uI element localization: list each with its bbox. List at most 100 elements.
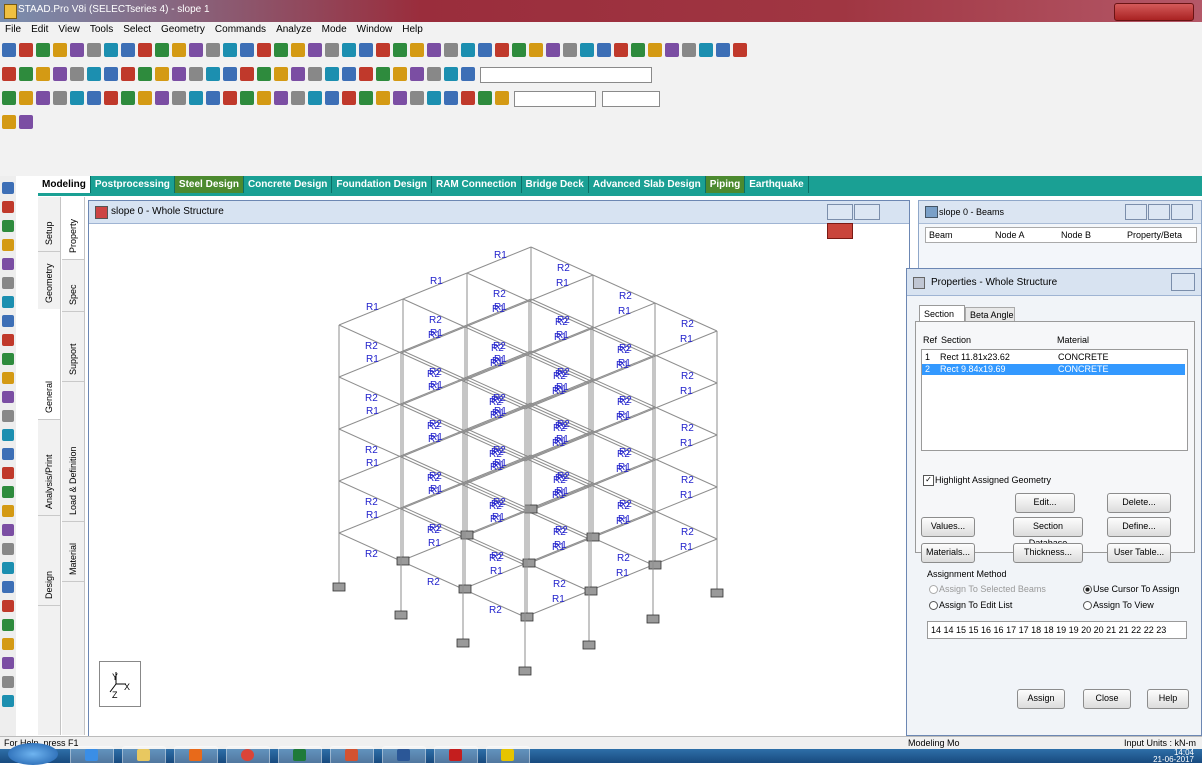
minimize-icon[interactable] (827, 204, 853, 220)
tool-icon[interactable] (2, 600, 14, 612)
beams-window-buttons[interactable] (1125, 204, 1195, 220)
toolbar-icon[interactable] (733, 43, 747, 57)
ribbon-tab-modeling[interactable]: Modeling (38, 176, 91, 193)
tool-icon[interactable] (2, 448, 14, 460)
taskbar-excel[interactable] (278, 746, 322, 765)
toolbar-icon[interactable] (87, 43, 101, 57)
restore-icon[interactable] (1148, 204, 1170, 220)
toolbar-icon[interactable] (104, 91, 118, 105)
menu-view[interactable]: View (53, 22, 85, 35)
taskbar-acrobat[interactable] (434, 746, 478, 765)
toolbar-icon[interactable] (444, 43, 458, 57)
toolbar-icon[interactable] (410, 91, 424, 105)
tool-icon[interactable] (2, 182, 14, 194)
minimize-icon[interactable] (1125, 204, 1147, 220)
menu-window[interactable]: Window (352, 22, 398, 35)
toolbar-icon[interactable] (495, 43, 509, 57)
taskbar-explorer[interactable] (122, 746, 166, 765)
structure-window[interactable]: slope 0 - Whole Structure R1 R1 R1 R1 R1 R1 R1… (88, 200, 910, 737)
toolbar-icon[interactable] (308, 43, 322, 57)
toolbar-icon[interactable] (155, 67, 169, 81)
section-row[interactable]: 1 Rect 11.81x23.62 CONCRETE (922, 352, 1185, 363)
toolbar-icon[interactable] (104, 67, 118, 81)
tool-icon[interactable] (2, 239, 14, 251)
close-button[interactable]: Close (1083, 689, 1131, 709)
properties-close-button[interactable] (1171, 273, 1195, 291)
toolbar-icon[interactable] (597, 43, 611, 57)
toolbar-icon[interactable] (325, 91, 339, 105)
toolbar-icon[interactable] (478, 43, 492, 57)
ribbon-tab-piping[interactable]: Piping (705, 176, 746, 193)
section-database-button[interactable]: Section Database (1013, 517, 1083, 548)
taskbar-ie[interactable] (70, 746, 114, 765)
toolbar-icon[interactable] (478, 91, 492, 105)
toolbar-icon[interactable] (291, 43, 305, 57)
tool-icon[interactable] (2, 353, 14, 365)
toolbar-icon[interactable] (393, 43, 407, 57)
support-icon[interactable] (710, 588, 724, 598)
ribbon-tab-ram-connection[interactable]: RAM Connection (432, 176, 522, 193)
toolbar-icon[interactable] (257, 43, 271, 57)
toolbar-icon[interactable] (36, 67, 50, 81)
tool-icon[interactable] (2, 410, 14, 422)
highlight-checkbox[interactable]: ✓ (923, 475, 934, 486)
toolbar-icon[interactable] (138, 91, 152, 105)
support-icon[interactable] (648, 560, 662, 570)
toolbar-icon[interactable] (512, 43, 526, 57)
toolbar-icon[interactable] (495, 91, 509, 105)
tool-icon[interactable] (2, 638, 14, 650)
support-icon[interactable] (582, 640, 596, 650)
toolbar-icon[interactable] (427, 43, 441, 57)
toolbar-icon[interactable] (36, 43, 50, 57)
toolbar-icon[interactable] (155, 43, 169, 57)
ribbon-tab-earthquake[interactable]: Earthquake (745, 176, 809, 193)
toolbar-icon[interactable] (614, 43, 628, 57)
toolbar-icon[interactable] (444, 67, 458, 81)
toolbar-icon[interactable] (308, 67, 322, 81)
close-icon[interactable] (1171, 204, 1193, 220)
toolbar-icon[interactable] (172, 43, 186, 57)
menu-select[interactable]: Select (118, 22, 156, 35)
tool-icon[interactable] (2, 619, 14, 631)
menu-edit[interactable]: Edit (26, 22, 53, 35)
structure-window-buttons[interactable] (827, 204, 903, 239)
toolbar-icon[interactable] (257, 67, 271, 81)
toolbar-icon[interactable] (138, 43, 152, 57)
side-tab-general[interactable]: General (38, 309, 60, 420)
menu-geometry[interactable]: Geometry (156, 22, 210, 35)
section-row[interactable]: 2 Rect 9.84x19.69 CONCRETE (922, 364, 1185, 375)
taskbar-powerpoint[interactable] (330, 746, 374, 765)
toolbar-icon[interactable] (223, 43, 237, 57)
toolbar-icon[interactable] (342, 43, 356, 57)
radio-assign-edit-list[interactable] (929, 601, 938, 610)
support-icon[interactable] (396, 556, 410, 566)
menu-help[interactable]: Help (397, 22, 428, 35)
tool-icon[interactable] (2, 695, 14, 707)
tool-icon[interactable] (2, 277, 14, 289)
toolbar-icon[interactable] (19, 91, 33, 105)
toolbar-icon[interactable] (53, 91, 67, 105)
radio-use-cursor[interactable] (1083, 585, 1092, 594)
tool-icon[interactable] (2, 467, 14, 479)
tool-icon[interactable] (2, 334, 14, 346)
toolbar-icon[interactable] (665, 43, 679, 57)
toolbar-icon[interactable] (70, 43, 84, 57)
toolbar-icon[interactable] (240, 67, 254, 81)
side-tab-material[interactable]: Material (62, 521, 84, 582)
toolbar-icon[interactable] (325, 67, 339, 81)
menu-mode[interactable]: Mode (317, 22, 352, 35)
toolbar-icon[interactable] (257, 91, 271, 105)
toolbar-icon[interactable] (359, 43, 373, 57)
taskbar-chrome[interactable] (226, 746, 270, 765)
help-button[interactable]: Help (1147, 689, 1189, 709)
side-tab-support[interactable]: Support (62, 311, 84, 382)
toolbar-icon[interactable] (172, 67, 186, 81)
support-icon[interactable] (332, 582, 346, 592)
restore-icon[interactable] (854, 204, 880, 220)
toolbar-icon[interactable] (70, 67, 84, 81)
toolbar-icon[interactable] (70, 91, 84, 105)
toolbar-icon[interactable] (427, 67, 441, 81)
radio-assign-selected[interactable] (929, 585, 938, 594)
side-tab-design[interactable]: Design (38, 515, 60, 606)
toolbar-icon[interactable] (2, 67, 16, 81)
